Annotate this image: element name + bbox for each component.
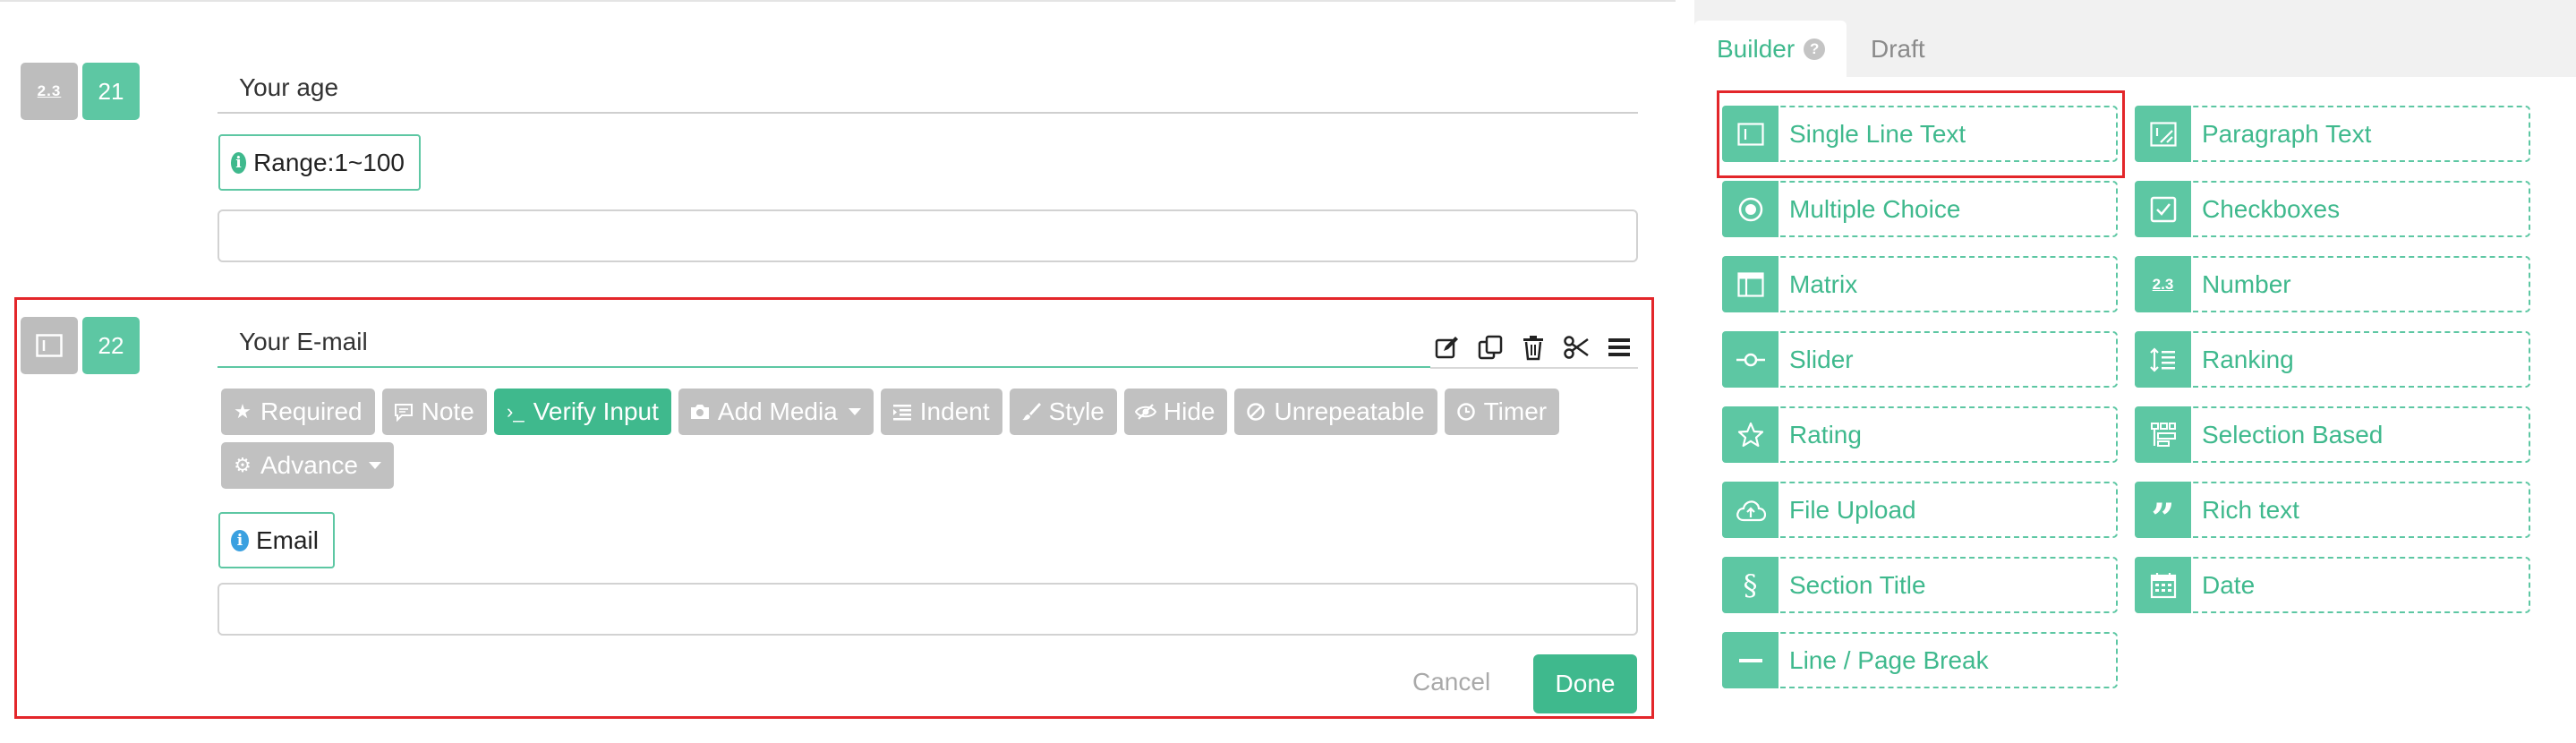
indent-button[interactable]: Indent xyxy=(880,389,1002,435)
number-type-icon: 2.3 xyxy=(37,82,62,99)
email-answer-input[interactable] xyxy=(218,583,1638,636)
menu-icon[interactable] xyxy=(1605,333,1633,362)
camera-icon xyxy=(689,403,711,421)
advance-dropdown[interactable]: ⚙ Advance xyxy=(221,442,394,489)
done-button[interactable]: Done xyxy=(1533,654,1637,713)
field-checkboxes[interactable]: Checkboxes xyxy=(2135,181,2530,237)
timer-button[interactable]: Timer xyxy=(1444,389,1560,435)
range-hint-text: Range:1~100 xyxy=(253,148,405,176)
note-button[interactable]: Note xyxy=(381,389,487,435)
chevron-down-icon xyxy=(848,408,861,415)
number-icon: 2.3 xyxy=(2135,256,2191,312)
age-answer-input[interactable] xyxy=(218,209,1638,262)
brush-icon xyxy=(1020,402,1042,422)
email-hint-text: Email xyxy=(255,525,319,554)
radio-icon xyxy=(1722,181,1778,237)
add-media-dropdown[interactable]: Add Media xyxy=(678,389,874,435)
top-divider xyxy=(0,0,1676,2)
question-title[interactable]: Your age xyxy=(218,64,1638,114)
field-rich-text[interactable]: ” Rich text xyxy=(2135,482,2530,539)
tab-draft[interactable]: Draft xyxy=(1871,21,1925,77)
field-section-title[interactable]: § Section Title xyxy=(1722,557,2118,613)
question-type-badge xyxy=(21,317,78,374)
single-line-icon xyxy=(36,334,63,357)
field-rating[interactable]: Rating xyxy=(1722,406,2118,463)
quote-icon: ” xyxy=(2135,482,2191,539)
trash-icon[interactable] xyxy=(1519,333,1548,362)
question-title[interactable]: Your E-mail xyxy=(218,318,1430,368)
indent-icon xyxy=(891,403,913,421)
required-button[interactable]: ★ Required xyxy=(221,389,375,435)
style-button[interactable]: Style xyxy=(1009,389,1117,435)
edit-icon[interactable] xyxy=(1433,333,1462,362)
chevron-down-icon xyxy=(368,462,381,469)
cloud-upload-icon xyxy=(1722,482,1778,538)
info-icon: i xyxy=(231,151,247,174)
section-icon: § xyxy=(1722,557,1778,613)
field-multiple-choice[interactable]: Multiple Choice xyxy=(1722,181,2118,237)
range-hint: i Range:1~100 xyxy=(218,134,421,191)
question-number: 21 xyxy=(82,63,140,120)
field-matrix[interactable]: Matrix xyxy=(1722,256,2118,312)
slider-icon xyxy=(1722,331,1778,388)
terminal-icon: ›_ xyxy=(507,400,525,423)
comment-icon xyxy=(393,402,414,422)
title-underline xyxy=(1430,367,1638,369)
verify-input-button[interactable]: ›_ Verify Input xyxy=(493,389,671,435)
field-line-page-break[interactable]: Line / Page Break xyxy=(1722,632,2118,688)
checkbox-icon xyxy=(2135,181,2191,237)
matrix-icon xyxy=(1722,256,1778,312)
hide-button[interactable]: Hide xyxy=(1123,389,1228,435)
field-paragraph-text[interactable]: Paragraph Text xyxy=(2135,106,2530,162)
paragraph-icon xyxy=(2135,106,2191,162)
highlighted-field-outline xyxy=(1717,90,2125,178)
question-number: 22 xyxy=(82,317,140,374)
copy-icon[interactable] xyxy=(1476,333,1505,362)
unrepeatable-button[interactable]: Unrepeatable xyxy=(1234,389,1437,435)
question-options: ★ Required Note ›_ Verify Input Add Medi… xyxy=(221,389,1617,489)
selection-icon xyxy=(2135,406,2191,463)
field-date[interactable]: Date xyxy=(2135,557,2530,613)
field-file-upload[interactable]: File Upload xyxy=(1722,482,2118,538)
info-icon: i xyxy=(231,529,249,551)
tab-builder[interactable]: Builder ? xyxy=(1694,21,1847,77)
field-number[interactable]: 2.3 Number xyxy=(2135,256,2530,312)
star-icon: ★ xyxy=(234,400,252,423)
question-type-badge: 2.3 xyxy=(21,63,78,120)
help-icon[interactable]: ? xyxy=(1804,38,1826,60)
field-ranking[interactable]: Ranking xyxy=(2135,331,2530,388)
ranking-icon xyxy=(2135,331,2191,388)
gear-icon: ⚙ xyxy=(234,454,252,476)
clock-icon xyxy=(1455,402,1477,422)
calendar-icon xyxy=(2135,557,2191,613)
cancel-button[interactable]: Cancel xyxy=(1412,653,1490,711)
field-slider[interactable]: Slider xyxy=(1722,331,2118,388)
scissors-icon[interactable] xyxy=(1562,333,1591,362)
star-icon xyxy=(1722,406,1778,463)
eye-slash-icon xyxy=(1134,403,1156,421)
question-toolbar xyxy=(1433,333,1633,362)
minus-icon xyxy=(1722,632,1778,688)
field-selection-based[interactable]: Selection Based xyxy=(2135,406,2530,463)
email-hint: i Email xyxy=(218,512,335,568)
ban-icon xyxy=(1245,402,1267,422)
